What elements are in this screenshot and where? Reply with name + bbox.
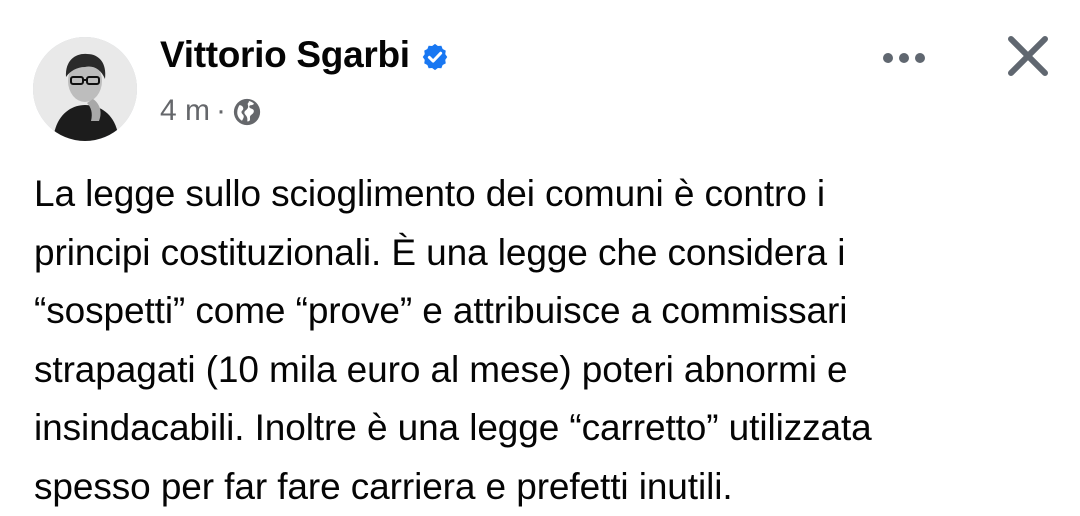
author-name[interactable]: Vittorio Sgarbi	[160, 34, 410, 76]
post-body-text: La legge sullo scioglimento dei comuni è…	[34, 173, 872, 507]
meta-separator: ·	[216, 94, 227, 127]
close-button[interactable]	[1000, 28, 1056, 84]
globe-icon	[233, 98, 261, 126]
post-timestamp[interactable]: 4 m	[160, 94, 210, 128]
avatar[interactable]	[33, 37, 137, 141]
avatar-image	[33, 37, 137, 141]
more-options-icon	[883, 53, 925, 63]
author-row: Vittorio Sgarbi	[160, 34, 450, 76]
post-meta: 4 m ·	[160, 94, 262, 128]
verified-badge-icon	[422, 43, 447, 71]
close-icon	[1008, 36, 1048, 76]
more-options-button[interactable]	[878, 36, 930, 80]
